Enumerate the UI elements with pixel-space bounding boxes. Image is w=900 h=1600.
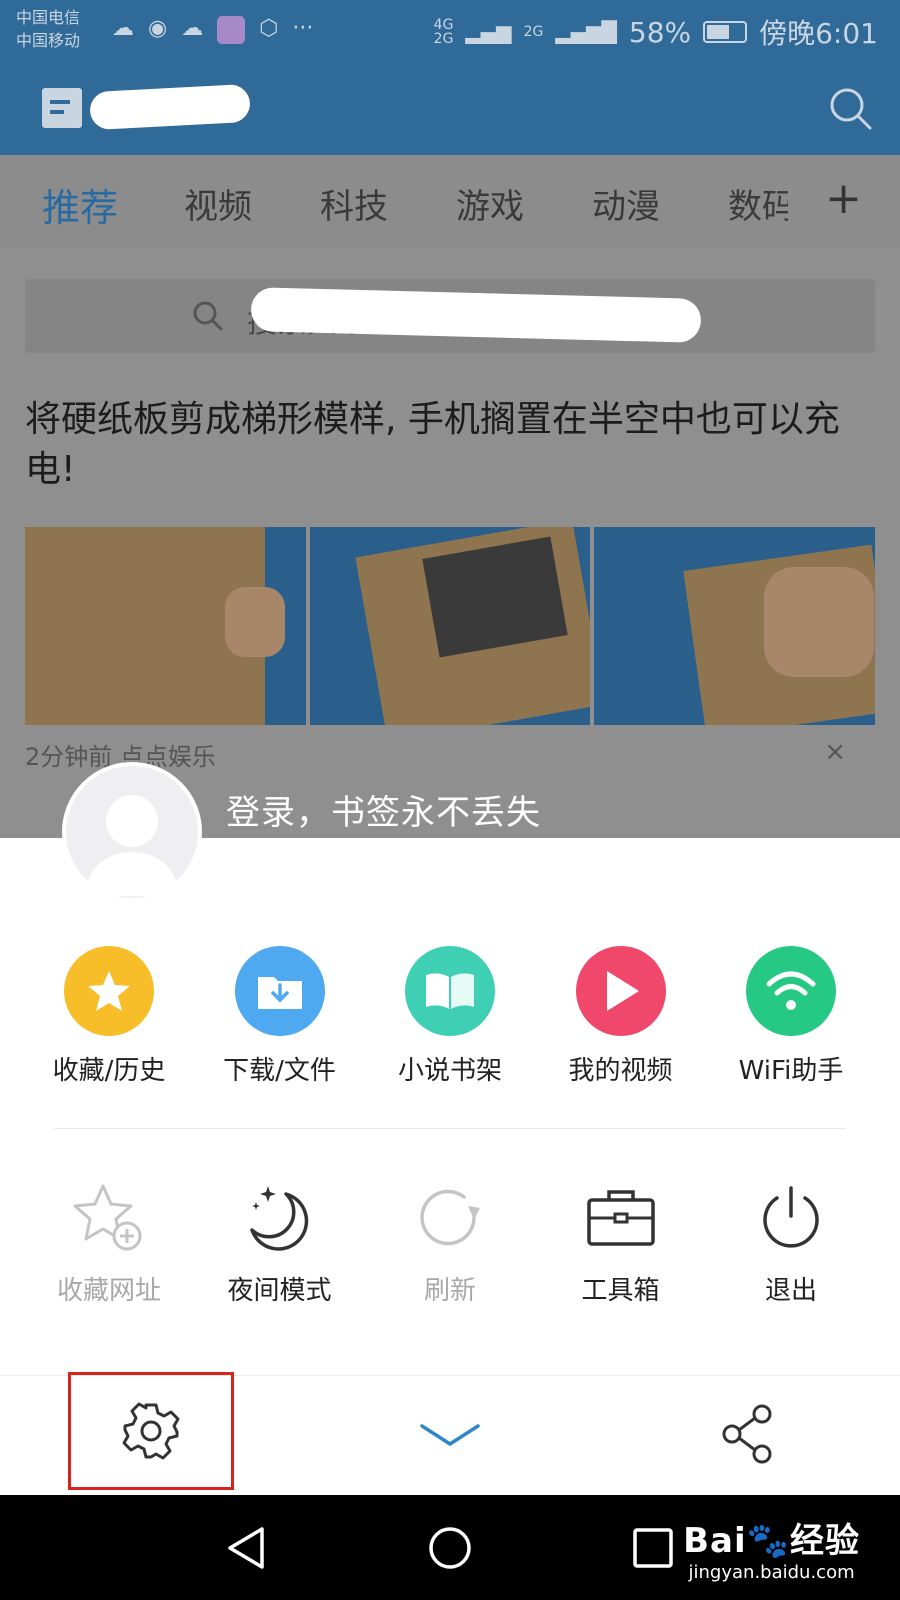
search-input[interactable]: 搜索文章、兴趣号、兴趣标签 xyxy=(25,279,875,353)
avatar[interactable] xyxy=(62,762,202,902)
network-indicator-1: 4G 2G xyxy=(433,17,454,47)
action-label: 夜间模式 xyxy=(227,1276,332,1306)
carrier-1: 中国电信 xyxy=(16,8,81,27)
wifi-icon xyxy=(746,946,836,1036)
thumbnail-3 xyxy=(594,527,876,725)
login-prompt[interactable]: 登录，书签永不丢失 xyxy=(226,785,541,834)
feature-downloads-files[interactable]: 下载/文件 xyxy=(195,946,365,1087)
collapse-menu-button[interactable] xyxy=(410,1410,490,1460)
tab-recommend[interactable]: 推荐 xyxy=(42,177,118,232)
cloud-icon: ☁ xyxy=(181,16,204,41)
home-icon[interactable] xyxy=(425,1523,475,1573)
status-right: 4G 2G ▂▄▆ 2G ▂▄▆█ 58% 傍晚6:01 xyxy=(434,12,878,52)
play-icon xyxy=(575,946,666,1036)
app-icon xyxy=(217,16,246,44)
refresh-icon xyxy=(412,1180,488,1256)
search-icon[interactable] xyxy=(826,84,876,134)
tab-digital[interactable]: 数码 xyxy=(728,179,788,228)
back-icon[interactable] xyxy=(222,1523,272,1573)
notification-icons: ☁ ◉ ☁ ⬡ ··· xyxy=(112,16,313,44)
clock: 傍晚6:01 xyxy=(759,17,878,50)
search-icon xyxy=(193,301,223,331)
feature-label: 小说书架 xyxy=(397,1056,502,1086)
folder-download-icon xyxy=(234,946,325,1036)
weather-icon: ☁ xyxy=(112,16,134,41)
article-headline[interactable]: 将硬纸板剪成梯形模样, 手机搁置在半空中也可以充电! xyxy=(25,395,865,495)
status-bar: 中国电信 中国移动 ☁ ◉ ☁ ⬡ ··· 4G 2G ▂▄▆ 2G ▂▄▆█ … xyxy=(0,0,900,62)
action-label: 退出 xyxy=(764,1276,817,1306)
night-mode-button[interactable]: 夜间模式 xyxy=(195,1180,365,1307)
tab-anime[interactable]: 动漫 xyxy=(592,179,660,228)
paw-icon: 🐾 xyxy=(746,1521,790,1561)
watermark-url: jingyan.baidu.com xyxy=(688,1562,855,1583)
action-row: 收藏网址 夜间模式 刷新 工具箱 退出 xyxy=(24,1180,876,1307)
action-label: 收藏网址 xyxy=(56,1276,161,1306)
carrier-2: 中国移动 xyxy=(16,31,81,50)
feature-novel-shelf[interactable]: 小说书架 xyxy=(365,946,535,1087)
carrier-info: 中国电信 中国移动 xyxy=(16,6,80,52)
app-title-redacted xyxy=(89,80,251,131)
action-label: 刷新 xyxy=(423,1276,476,1306)
feature-label: WiFi助手 xyxy=(738,1056,844,1086)
feed-content: 推荐 视频 科技 游戏 动漫 数码 + 搜索文章、兴趣号、兴趣标签 将硬纸板剪成… xyxy=(0,155,900,838)
add-bookmark-icon xyxy=(71,1180,147,1256)
feature-label: 下载/文件 xyxy=(223,1056,336,1086)
thumbnail-1 xyxy=(25,527,306,725)
battery-percent: 58% xyxy=(628,15,692,49)
settings-button[interactable] xyxy=(68,1372,234,1490)
book-icon xyxy=(405,946,495,1036)
power-icon xyxy=(753,1180,829,1256)
moon-icon xyxy=(242,1180,318,1256)
share-icon xyxy=(722,1404,772,1464)
toolbox-button[interactable]: 工具箱 xyxy=(536,1180,706,1307)
tab-tech[interactable]: 科技 xyxy=(320,179,388,228)
feature-my-videos[interactable]: 我的视频 xyxy=(536,946,706,1087)
tab-video[interactable]: 视频 xyxy=(184,179,252,228)
battery-icon xyxy=(703,21,748,43)
tab-games[interactable]: 游戏 xyxy=(456,179,524,228)
chevron-down-icon xyxy=(420,1424,480,1446)
exit-button[interactable]: 退出 xyxy=(706,1180,876,1307)
refresh-button[interactable]: 刷新 xyxy=(365,1180,535,1307)
share-button[interactable] xyxy=(720,1404,780,1464)
add-tab-button[interactable]: + xyxy=(825,177,862,221)
shield-icon: ⬡ xyxy=(259,16,279,41)
wechat-icon: ◉ xyxy=(148,16,168,41)
category-tabs: 推荐 视频 科技 游戏 动漫 数码 + xyxy=(0,155,900,248)
signal-icon-2: ▂▄▆█ xyxy=(555,20,617,44)
feature-favorites-history[interactable]: 收藏/历史 xyxy=(24,946,194,1087)
watermark-brand: Bai🐾经验 xyxy=(683,1521,860,1561)
article-thumbnails[interactable] xyxy=(25,527,876,725)
feature-wifi-assistant[interactable]: WiFi助手 xyxy=(706,946,876,1087)
gear-icon xyxy=(122,1402,180,1460)
recent-apps-icon[interactable] xyxy=(628,1523,678,1573)
feature-row: 收藏/历史 下载/文件 小说书架 我的视频 WiFi助手 xyxy=(24,946,876,1087)
feature-label: 收藏/历史 xyxy=(52,1056,166,1086)
feature-label: 我的视频 xyxy=(568,1056,673,1086)
action-label: 工具箱 xyxy=(581,1276,660,1306)
star-icon xyxy=(64,946,154,1036)
baidu-watermark: Bai🐾经验 jingyan.baidu.com xyxy=(683,1513,860,1583)
app-header xyxy=(0,62,900,155)
thumbnail-2 xyxy=(309,527,591,725)
signal-icon: ▂▄▆ xyxy=(465,20,512,44)
add-bookmark-button[interactable]: 收藏网址 xyxy=(24,1180,194,1307)
more-notifications: ··· xyxy=(292,16,314,41)
dismiss-button[interactable]: × xyxy=(824,737,846,767)
menu-divider xyxy=(54,1128,846,1129)
network-indicator-2: 2G xyxy=(523,24,544,40)
system-nav-bar: Bai🐾经验 jingyan.baidu.com xyxy=(0,1495,900,1600)
news-icon xyxy=(42,88,82,128)
toolbox-icon xyxy=(583,1180,659,1256)
